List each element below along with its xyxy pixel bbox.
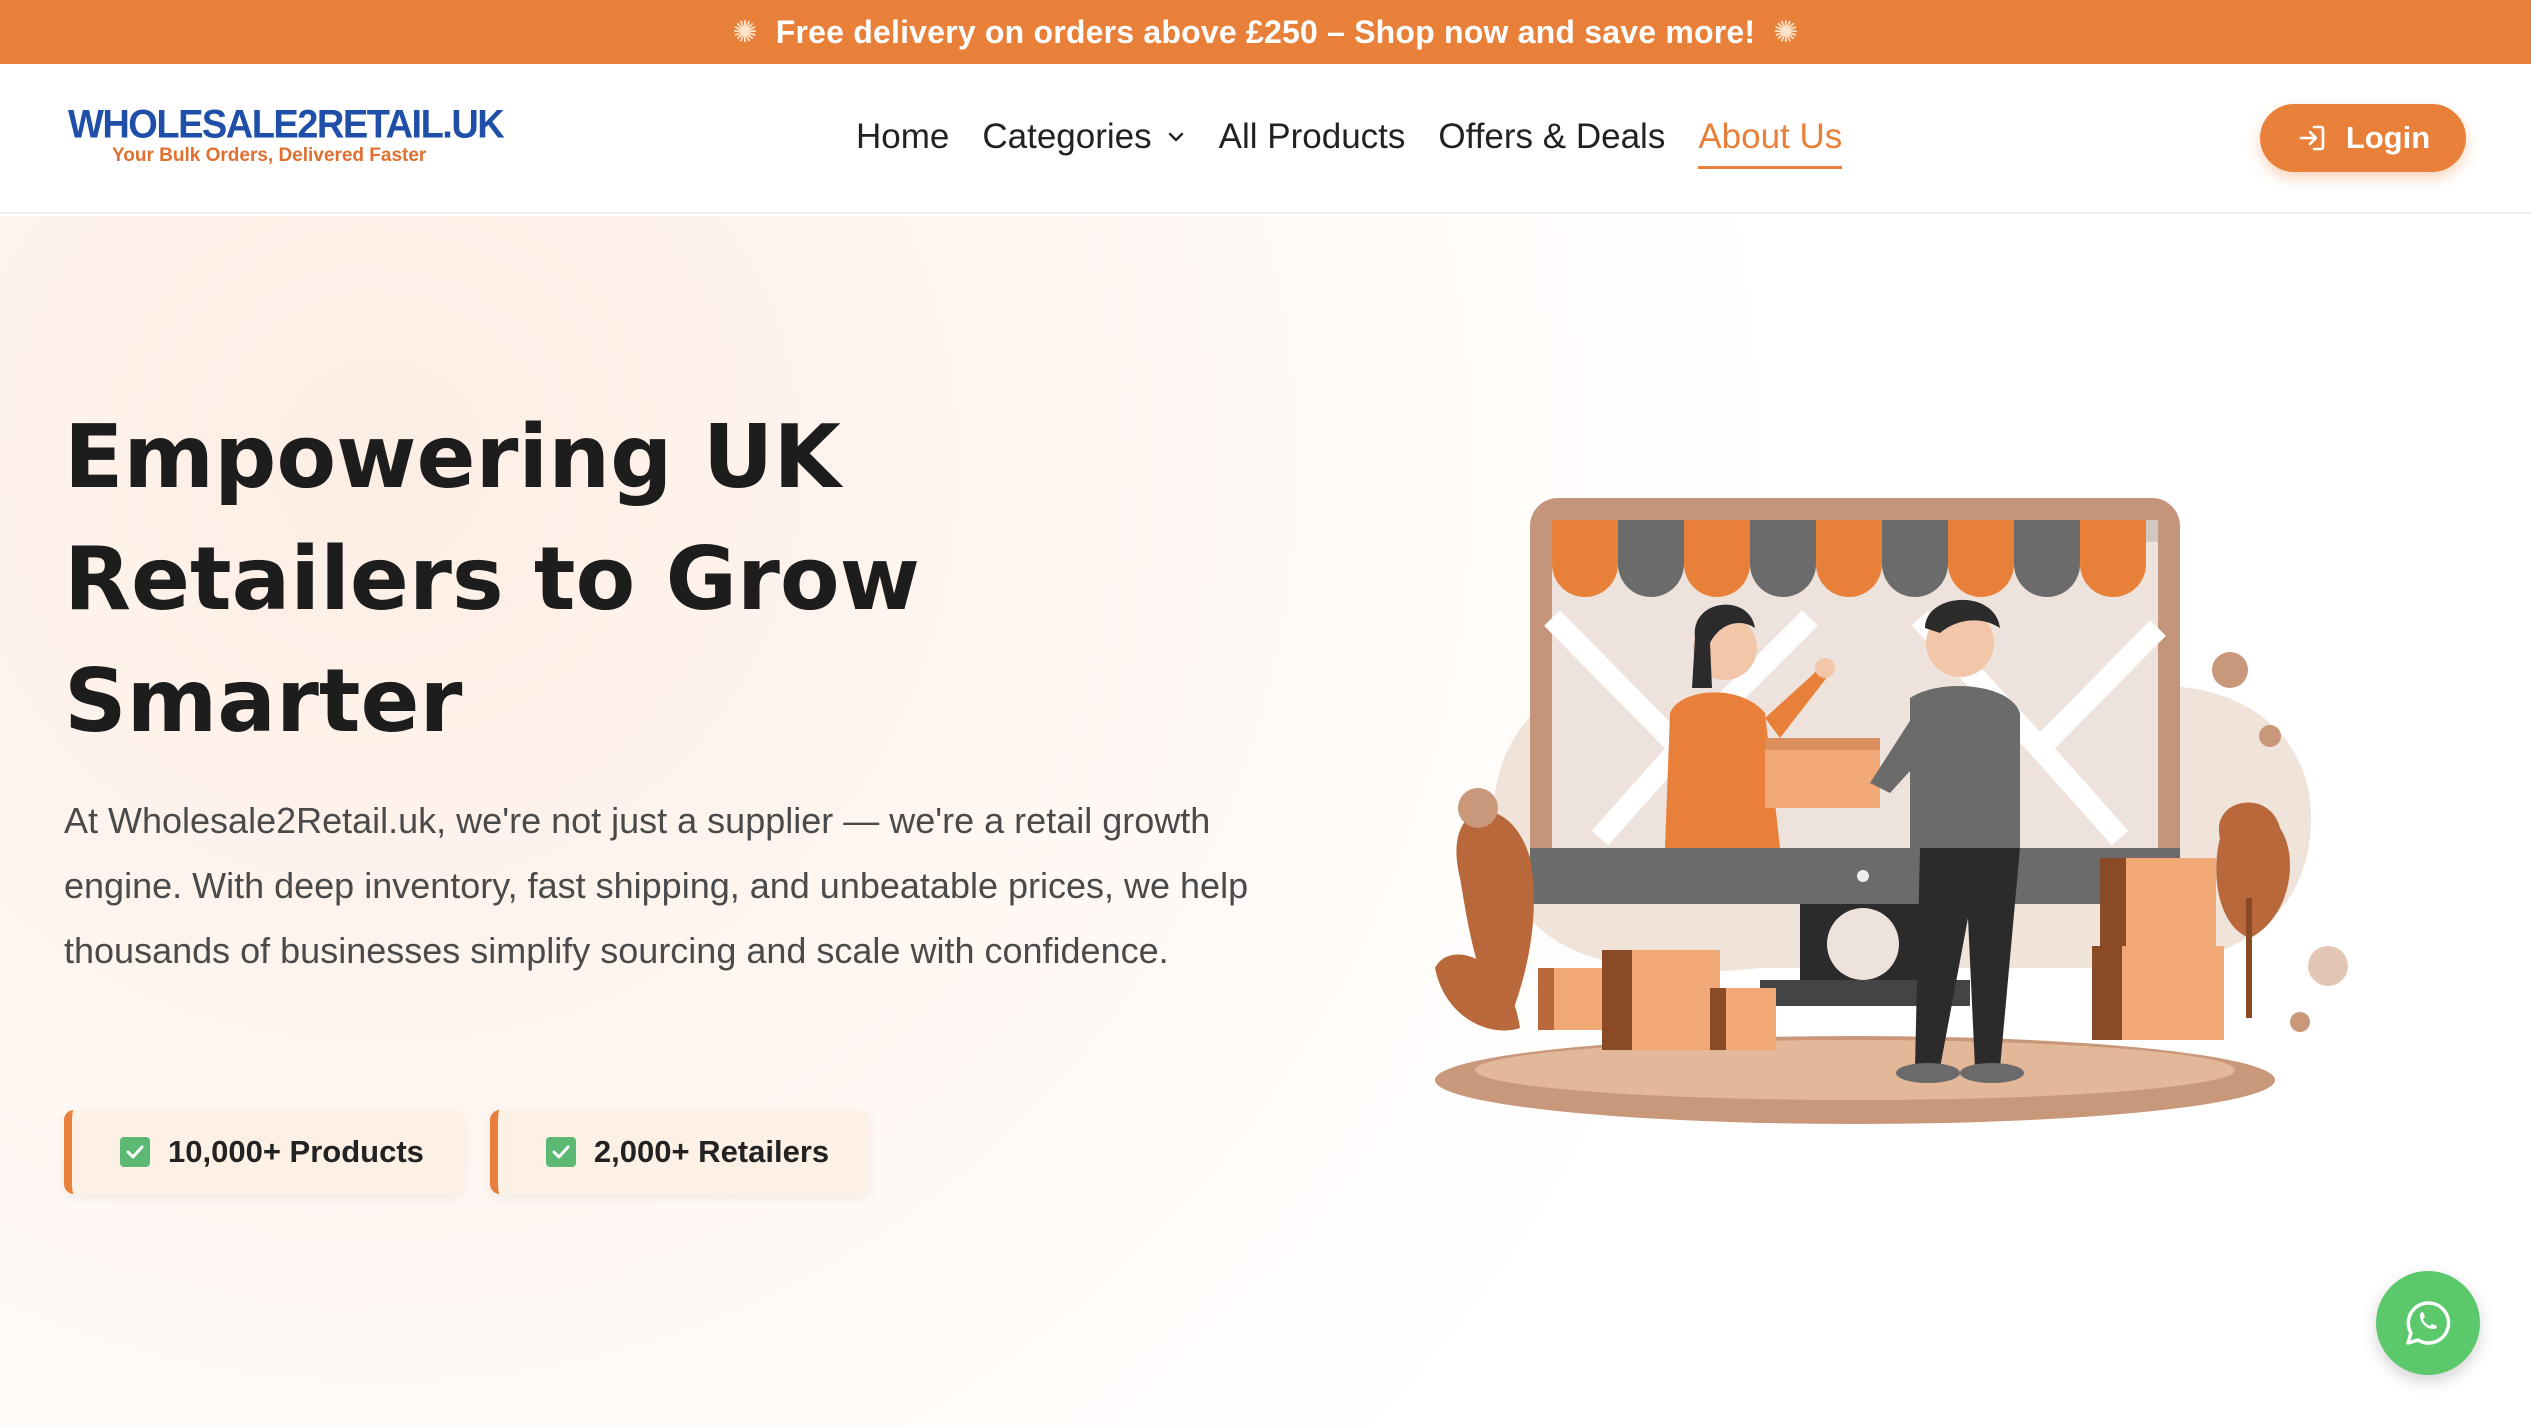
hero-section: Empowering UK Retailers to Grow Smarter … <box>0 216 2531 1426</box>
login-button[interactable]: Login <box>2260 104 2466 172</box>
logo-tagline: Your Bulk Orders, Delivered Faster <box>112 145 427 166</box>
nav-home[interactable]: Home <box>856 117 949 163</box>
whatsapp-icon <box>2406 1301 2451 1345</box>
stat-badges: 10,000+ Products 2,000+ Retailers <box>64 1110 870 1194</box>
nav-all-products[interactable]: All Products <box>1219 117 1406 163</box>
main-nav: Home Categories All Products Offers & De… <box>856 114 1875 169</box>
hero-description: At Wholesale2Retail.uk, we're not just a… <box>64 800 1249 971</box>
login-icon <box>2299 125 2325 151</box>
site-logo[interactable]: WHOLESALE2RETAIL.UK Your Bulk Orders, De… <box>68 102 505 167</box>
promo-text: Free delivery on orders above £250 – Sho… <box>775 13 1756 50</box>
hero-title: Empowering UK Retailers to Grow Smarter <box>64 406 921 752</box>
check-icon <box>545 1137 576 1167</box>
logo-wordmark: WHOLESALE2RETAIL.UK <box>68 102 505 148</box>
nav-categories[interactable]: Categories <box>982 117 1185 163</box>
nav-about-us[interactable]: About Us <box>1698 117 1842 169</box>
party-popper-icon: ✺ <box>732 15 758 49</box>
badge-retailers: 2,000+ Retailers <box>489 1110 870 1194</box>
whatsapp-chat-button[interactable] <box>2376 1271 2480 1375</box>
site-header: WHOLESALE2RETAIL.UK Your Bulk Orders, De… <box>0 64 2531 214</box>
login-label: Login <box>2345 120 2431 155</box>
badge-products: 10,000+ Products <box>64 1110 464 1194</box>
nav-offers-deals[interactable]: Offers & Deals <box>1438 117 1665 163</box>
chevron-down-icon <box>1168 132 1183 142</box>
party-popper-icon: ✺ <box>1773 15 1799 49</box>
promo-bar: ✺ Free delivery on orders above £250 – S… <box>0 0 2531 64</box>
hero-illustration <box>1435 498 2348 1124</box>
check-icon <box>120 1137 150 1167</box>
